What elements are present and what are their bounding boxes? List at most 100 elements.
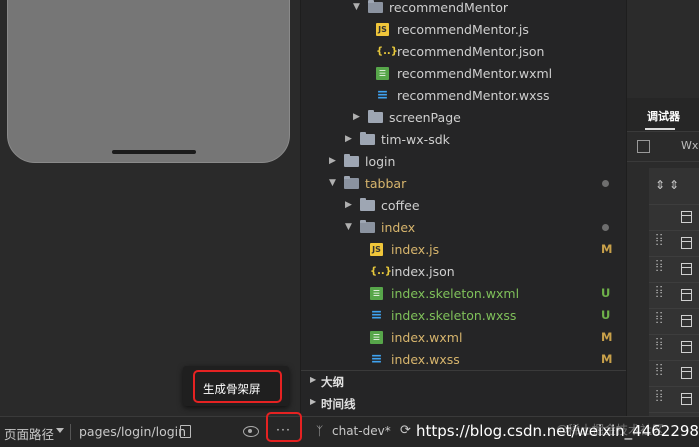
tree-item-label: recommendMentor.wxml (397, 66, 553, 81)
tree-item-label: index.wxml (391, 330, 463, 345)
tab-wxml[interactable]: Wxı (681, 139, 699, 152)
tree-item-label: recommendMentor.wxss (397, 88, 550, 103)
tree-file[interactable]: ≡ index.skeleton.wxss U (301, 305, 627, 327)
tree-folder[interactable]: ▼ index (301, 217, 627, 239)
wxss-file-icon: ≡ (370, 307, 383, 323)
element-row[interactable]: ∷ ∷ (649, 386, 699, 410)
sync-icon[interactable]: ⟳ (400, 423, 411, 438)
divider (70, 424, 71, 440)
folder-icon (360, 220, 375, 233)
folder-icon (344, 176, 359, 189)
element-box-icon (681, 263, 692, 275)
chevron-right-icon: ▶ (310, 397, 317, 406)
tab-debugger[interactable]: 调试器 (647, 108, 680, 124)
tree-item-label: coffee (381, 198, 420, 213)
tree-folder[interactable]: ▶ coffee (301, 195, 627, 217)
drag-handle-icon[interactable]: ∷ ∷ (656, 233, 662, 249)
modified-dot-icon (602, 224, 609, 231)
drag-handle-icon[interactable]: ∷ ∷ (656, 311, 662, 327)
copy-icon[interactable] (180, 425, 191, 438)
tree-item-label: index (381, 220, 416, 235)
tree-file[interactable]: ≡ recommendMentor.wxss (301, 85, 627, 107)
debugger-panel: 调试器 Wxı ⇕⇕ ∷ ∷∷ ∷∷ ∷∷ ∷∷ ∷∷ ∷∷ ∷∷ ∷ (626, 0, 699, 431)
drag-handle-icon[interactable]: ∷ ∷ (656, 259, 662, 275)
tree-file[interactable]: JS index.js M (301, 239, 627, 261)
file-explorer: ▼ recommendMentor JS recommendMentor.js {..}… (300, 0, 627, 416)
chevron-down-icon: ▼ (353, 2, 360, 12)
drag-handle-icon[interactable]: ∷ ∷ (656, 337, 662, 353)
tree-item-label: recommendMentor.json (397, 44, 545, 59)
expand-collapse-icon[interactable]: ⇕⇕ (655, 178, 683, 192)
element-box-icon (681, 315, 692, 327)
tree-file[interactable]: ☰ index.wxml M (301, 327, 627, 349)
tree-item-label: index.skeleton.wxss (391, 308, 517, 323)
drag-handle-icon[interactable]: ∷ ∷ (656, 363, 662, 379)
element-box-icon (681, 289, 692, 301)
js-file-icon: JS (376, 23, 389, 36)
highlight-box (266, 412, 302, 442)
tree-file[interactable]: {..} index.json (301, 261, 627, 283)
element-row[interactable]: ∷ ∷ (649, 230, 699, 254)
chevron-down-icon: ▼ (329, 178, 336, 188)
git-status-badge: M (601, 330, 613, 344)
outline-section[interactable]: ▶ 大纲 (301, 371, 627, 393)
element-row[interactable]: ∷ ∷ (649, 256, 699, 280)
folder-icon (368, 0, 383, 13)
tree-folder[interactable]: ▼ tabbar (301, 173, 627, 195)
wxml-file-icon: ☰ (370, 287, 383, 300)
outline-label: 大纲 (321, 375, 344, 389)
json-file-icon: {..} (370, 266, 392, 277)
generate-skeleton-menu-item[interactable]: 生成骨架屏 (203, 381, 261, 397)
chevron-right-icon: ▶ (345, 134, 352, 144)
tree-file[interactable]: ☰ recommendMentor.wxml (301, 63, 627, 85)
element-box-icon (681, 367, 692, 379)
git-branch-icon: ᛉ (316, 424, 324, 438)
element-row[interactable] (649, 204, 699, 228)
timeline-section[interactable]: ▶ 时间线 (301, 393, 627, 415)
git-status-badge: U (601, 286, 611, 300)
element-row[interactable]: ∷ ∷ (649, 334, 699, 358)
wxss-file-icon: ≡ (370, 351, 383, 367)
tree-folder[interactable]: ▶ screenPage (301, 107, 627, 129)
tree-item-label: index.js (391, 242, 440, 257)
debugger-tabbar: 调试器 (627, 98, 699, 132)
element-row[interactable]: ∷ ∷ (649, 308, 699, 332)
element-row[interactable]: ∷ ∷ (649, 282, 699, 306)
tree-folder[interactable]: ▶ login (301, 151, 627, 173)
element-box-icon (681, 341, 692, 353)
context-popup: 生成骨架屏 (183, 366, 289, 406)
folder-icon (360, 132, 375, 145)
watermark-text: @稀土掘金技术社区 (556, 423, 665, 437)
element-box-icon (681, 393, 692, 405)
simulator-panel: 生成骨架屏 (0, 0, 300, 416)
drag-handle-icon[interactable]: ∷ ∷ (656, 285, 662, 301)
chevron-right-icon: ▶ (353, 112, 360, 122)
tree-file[interactable]: {..} recommendMentor.json (301, 41, 627, 63)
wxml-file-icon: ☰ (370, 331, 383, 344)
tree-item-label: tabbar (365, 176, 407, 191)
page-path-label[interactable]: 页面路径 (4, 424, 54, 443)
home-indicator (112, 150, 196, 154)
drag-handle-icon[interactable]: ∷ ∷ (656, 389, 662, 405)
tree-item-label: recommendMentor.js (397, 22, 529, 37)
chevron-down-icon[interactable] (56, 428, 64, 433)
tree-file[interactable]: ≡ index.wxss M (301, 349, 627, 371)
tree-file[interactable]: JS recommendMentor.js (301, 19, 627, 41)
wxml-file-icon: ☰ (376, 67, 389, 80)
inspect-element-icon[interactable] (637, 140, 650, 153)
phone-screen[interactable] (7, 0, 290, 163)
tree-folder[interactable]: ▶ tim-wx-sdk (301, 129, 627, 151)
tree-folder[interactable]: ▼ recommendMentor (301, 0, 627, 19)
element-row[interactable]: ∷ ∷ (649, 360, 699, 384)
tree-file[interactable]: ☰ index.skeleton.wxml U (301, 283, 627, 305)
active-tab-underline (645, 128, 675, 130)
folder-icon (360, 198, 375, 211)
page-path-value: pages/login/login (79, 424, 187, 439)
debugger-top-area (627, 0, 699, 98)
git-branch-label[interactable]: chat-dev* (332, 424, 391, 438)
status-bar: 页面路径 pages/login/login ··· ᛉ chat-dev* ⟳… (0, 416, 699, 447)
chevron-down-icon: ▼ (345, 222, 352, 232)
chevron-right-icon: ▶ (329, 156, 336, 166)
eye-icon[interactable] (243, 426, 259, 437)
git-status-badge: M (601, 352, 613, 366)
